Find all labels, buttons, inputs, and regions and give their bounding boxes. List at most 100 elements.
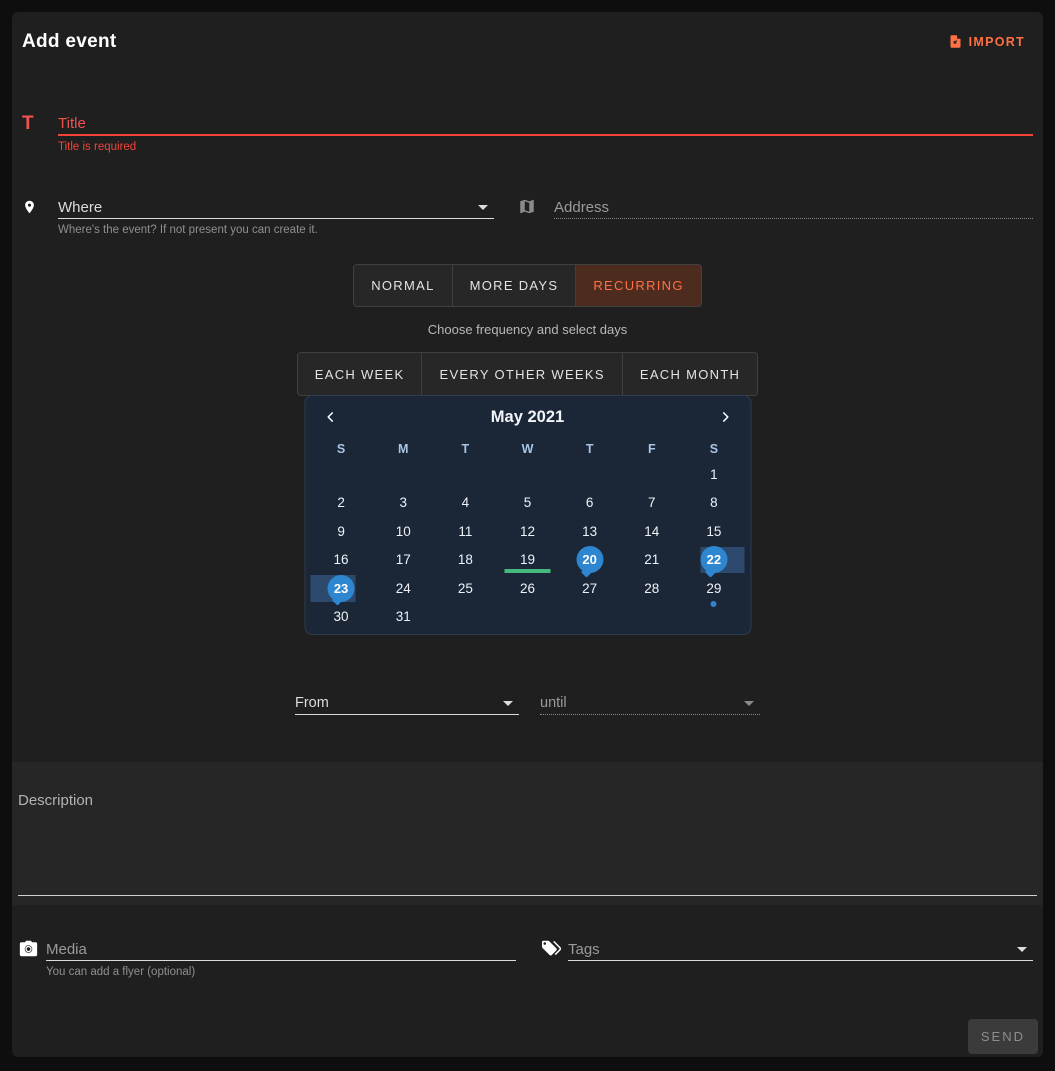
- tab-more-days[interactable]: MORE DAYS: [453, 264, 577, 307]
- frequency-helper-text: Choose frequency and select days: [12, 322, 1043, 337]
- time-row: From until: [12, 692, 1043, 715]
- tags-select[interactable]: Tags: [568, 938, 1033, 961]
- calendar-weekday: T: [559, 438, 621, 460]
- calendar-day-23[interactable]: 23: [310, 574, 372, 603]
- where-placeholder: Where: [58, 199, 102, 216]
- chevron-down-icon: [503, 701, 513, 706]
- tags-placeholder: Tags: [568, 941, 600, 958]
- calendar-day-17[interactable]: 17: [372, 546, 434, 575]
- address-field: Address: [518, 196, 1033, 236]
- calendar-weekday: S: [310, 438, 372, 460]
- calendar-day-31[interactable]: 31: [372, 603, 434, 632]
- calendar-day-8[interactable]: 8: [683, 489, 745, 518]
- from-field: From: [295, 692, 519, 715]
- camera-icon: [18, 938, 46, 978]
- day-number: 3: [399, 495, 407, 510]
- until-placeholder: until: [540, 695, 567, 711]
- calendar-day-19[interactable]: 19: [496, 546, 558, 575]
- calendar-day-6[interactable]: 6: [559, 489, 621, 518]
- calendar-day-21[interactable]: 21: [621, 546, 683, 575]
- day-number: 9: [337, 524, 345, 539]
- description-section: Description: [12, 762, 1043, 905]
- day-number: 18: [458, 552, 473, 567]
- calendar-day-27[interactable]: 27: [559, 574, 621, 603]
- calendar-day-empty: [372, 460, 434, 489]
- until-select[interactable]: until: [540, 692, 760, 715]
- calendar-day-29[interactable]: 29: [683, 574, 745, 603]
- day-number: 17: [396, 552, 411, 567]
- media-tags-row: Media You can add a flyer (optional) Tag…: [18, 938, 1033, 978]
- calendar-day-28[interactable]: 28: [621, 574, 683, 603]
- calendar-next-button[interactable]: [710, 402, 740, 432]
- tab-recurring[interactable]: RECURRING: [576, 264, 701, 307]
- day-number: 5: [524, 495, 532, 510]
- calendar-day-10[interactable]: 10: [372, 517, 434, 546]
- tab-normal[interactable]: NORMAL: [353, 264, 452, 307]
- tab-every-other-weeks[interactable]: EVERY OTHER WEEKS: [422, 352, 622, 396]
- import-label: IMPORT: [969, 35, 1025, 49]
- calendar-weekday: S: [683, 438, 745, 460]
- day-number: 26: [520, 581, 535, 596]
- address-input[interactable]: Address: [554, 196, 1033, 219]
- until-field: until: [540, 692, 760, 715]
- calendar-day-3[interactable]: 3: [372, 489, 434, 518]
- selected-day-marker: 20: [576, 546, 603, 573]
- calendar-weekday: T: [434, 438, 496, 460]
- calendar-day-7[interactable]: 7: [621, 489, 683, 518]
- calendar-day-22[interactable]: 22: [683, 546, 745, 575]
- calendar-day-24[interactable]: 24: [372, 574, 434, 603]
- send-button[interactable]: SEND: [968, 1019, 1038, 1054]
- day-number: 8: [710, 495, 718, 510]
- title-icon: T: [22, 113, 46, 153]
- tab-each-week[interactable]: EACH WEEK: [297, 352, 423, 396]
- day-number: 30: [334, 609, 349, 624]
- calendar-day-25[interactable]: 25: [434, 574, 496, 603]
- where-select[interactable]: Where: [58, 196, 494, 219]
- from-placeholder: From: [295, 695, 329, 711]
- calendar-day-30[interactable]: 30: [310, 603, 372, 632]
- calendar-day-16[interactable]: 16: [310, 546, 372, 575]
- calendar-day-26[interactable]: 26: [496, 574, 558, 603]
- day-number: 21: [644, 552, 659, 567]
- calendar-day-5[interactable]: 5: [496, 489, 558, 518]
- mode-tabs-wrap: NORMALMORE DAYSRECURRING: [12, 264, 1043, 307]
- from-select[interactable]: From: [295, 692, 519, 715]
- calendar-day-18[interactable]: 18: [434, 546, 496, 575]
- media-placeholder: Media: [46, 941, 87, 958]
- calendar-day-15[interactable]: 15: [683, 517, 745, 546]
- calendar-month-label: May 2021: [345, 408, 710, 427]
- day-number: 2: [337, 495, 345, 510]
- calendar-day-20[interactable]: 20: [559, 546, 621, 575]
- title-placeholder: Title: [58, 115, 86, 132]
- calendar-day-14[interactable]: 14: [621, 517, 683, 546]
- calendar-day-empty: [559, 603, 621, 632]
- calendar-day-13[interactable]: 13: [559, 517, 621, 546]
- calendar-day-4[interactable]: 4: [434, 489, 496, 518]
- calendar-day-9[interactable]: 9: [310, 517, 372, 546]
- tab-each-month[interactable]: EACH MONTH: [623, 352, 758, 396]
- calendar-day-empty: [496, 603, 558, 632]
- media-field: Media You can add a flyer (optional): [18, 938, 516, 978]
- calendar-weekday: W: [496, 438, 558, 460]
- day-number: 10: [396, 524, 411, 539]
- calendar-day-2[interactable]: 2: [310, 489, 372, 518]
- media-input[interactable]: Media: [46, 938, 516, 961]
- description-placeholder: Description: [18, 792, 93, 809]
- description-input[interactable]: Description: [18, 792, 1037, 896]
- calendar-day-11[interactable]: 11: [434, 517, 496, 546]
- title-input[interactable]: Title: [58, 113, 1033, 136]
- day-number: 14: [644, 524, 659, 539]
- day-number: 15: [706, 524, 721, 539]
- today-indicator: [504, 569, 550, 573]
- calendar-day-1[interactable]: 1: [683, 460, 745, 489]
- import-button[interactable]: IMPORT: [944, 28, 1029, 55]
- chevron-down-icon: [1017, 947, 1027, 952]
- chevron-left-icon: [323, 409, 337, 425]
- frequency-tabs-wrap: EACH WEEKEVERY OTHER WEEKSEACH MONTH: [12, 352, 1043, 396]
- location-row: Where Where's the event? If not present …: [22, 196, 1033, 236]
- calendar-day-12[interactable]: 12: [496, 517, 558, 546]
- mode-tabs: NORMALMORE DAYSRECURRING: [353, 264, 702, 307]
- day-number: 11: [458, 524, 472, 539]
- day-number: 31: [396, 609, 411, 624]
- calendar-prev-button[interactable]: [315, 402, 345, 432]
